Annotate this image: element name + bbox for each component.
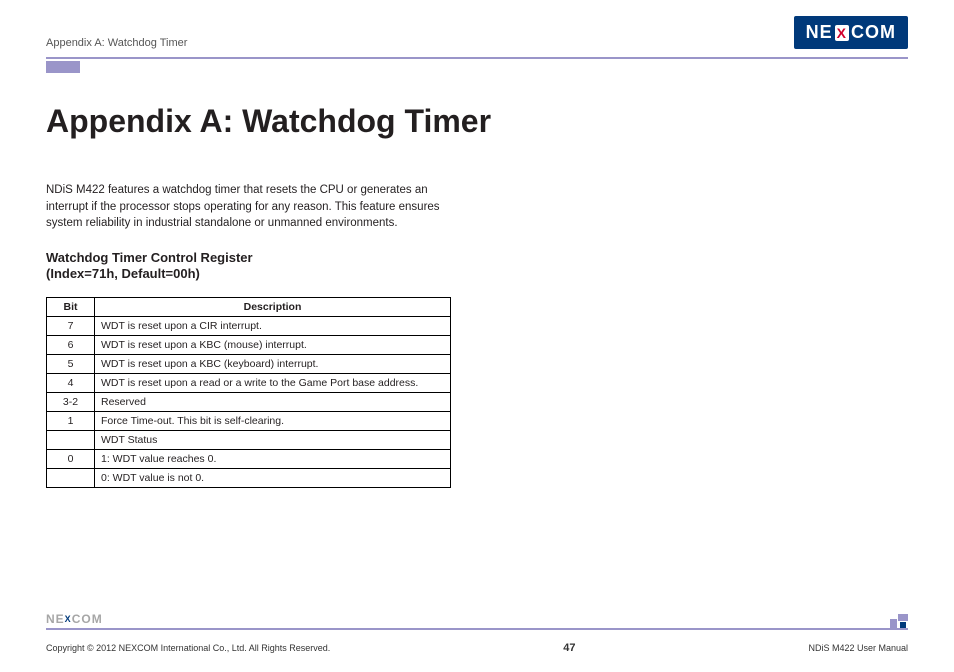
cell-description: WDT is reset upon a KBC (keyboard) inter… (95, 354, 451, 373)
table-row: 0: WDT value is not 0. (47, 468, 451, 487)
footer-logo-pre: NE (46, 612, 65, 626)
table-row: 1Force Time-out. This bit is self-cleari… (47, 411, 451, 430)
table-row: 5WDT is reset upon a KBC (keyboard) inte… (47, 354, 451, 373)
footer-logo: NEXCOM (46, 612, 103, 626)
nexcom-logo: NEXCOM (794, 16, 908, 49)
table-row: 6WDT is reset upon a KBC (mouse) interru… (47, 335, 451, 354)
page-header: Appendix A: Watchdog Timer NEXCOM (0, 0, 954, 53)
table-row: WDT Status (47, 430, 451, 449)
footer-rule (46, 628, 908, 630)
register-heading-line2: (Index=71h, Default=00h) (46, 266, 200, 281)
cell-description: 0: WDT value is not 0. (95, 468, 451, 487)
logo-post: COM (851, 22, 896, 43)
page-content: Appendix A: Watchdog Timer NDiS M422 fea… (0, 73, 954, 488)
register-heading-line1: Watchdog Timer Control Register (46, 250, 253, 265)
register-heading: Watchdog Timer Control Register (Index=7… (46, 250, 908, 283)
intro-paragraph: NDiS M422 features a watchdog timer that… (46, 182, 451, 232)
page-footer: Copyright © 2012 NEXCOM International Co… (46, 642, 908, 654)
cell-description: Reserved (95, 392, 451, 411)
footer-manual-name: NDiS M422 User Manual (808, 643, 908, 653)
cell-description: WDT Status (95, 430, 451, 449)
footer-logo-post: COM (72, 612, 103, 626)
table-row: 01: WDT value reaches 0. (47, 449, 451, 468)
cell-bit: 5 (47, 354, 95, 373)
table-header-row: Bit Description (47, 297, 451, 316)
cell-bit: 7 (47, 316, 95, 335)
cell-bit: 6 (47, 335, 95, 354)
logo-x: X (835, 25, 849, 41)
cell-bit: 3-2 (47, 392, 95, 411)
table-row: 3-2Reserved (47, 392, 451, 411)
logo-pre: NE (806, 22, 833, 43)
cell-description: WDT is reset upon a CIR interrupt. (95, 316, 451, 335)
table-row: 4WDT is reset upon a read or a write to … (47, 373, 451, 392)
cell-description: Force Time-out. This bit is self-clearin… (95, 411, 451, 430)
page-number: 47 (563, 642, 575, 654)
corner-decoration (890, 614, 908, 628)
cell-description: 1: WDT value reaches 0. (95, 449, 451, 468)
header-description: Description (95, 297, 451, 316)
header-section-title: Appendix A: Watchdog Timer (46, 37, 187, 49)
cell-bit: 1 (47, 411, 95, 430)
table-row: 7WDT is reset upon a CIR interrupt. (47, 316, 451, 335)
section-tab-marker (46, 61, 80, 73)
cell-bit (47, 468, 95, 487)
register-table: Bit Description 7WDT is reset upon a CIR… (46, 297, 451, 488)
header-rule (46, 57, 908, 59)
cell-description: WDT is reset upon a read or a write to t… (95, 373, 451, 392)
cell-description: WDT is reset upon a KBC (mouse) interrup… (95, 335, 451, 354)
page-title: Appendix A: Watchdog Timer (46, 103, 908, 140)
header-bit: Bit (47, 297, 95, 316)
cell-bit: 0 (47, 449, 95, 468)
cell-bit (47, 430, 95, 449)
footer-copyright: Copyright © 2012 NEXCOM International Co… (46, 643, 330, 653)
footer-logo-x: X (65, 614, 72, 624)
cell-bit: 4 (47, 373, 95, 392)
